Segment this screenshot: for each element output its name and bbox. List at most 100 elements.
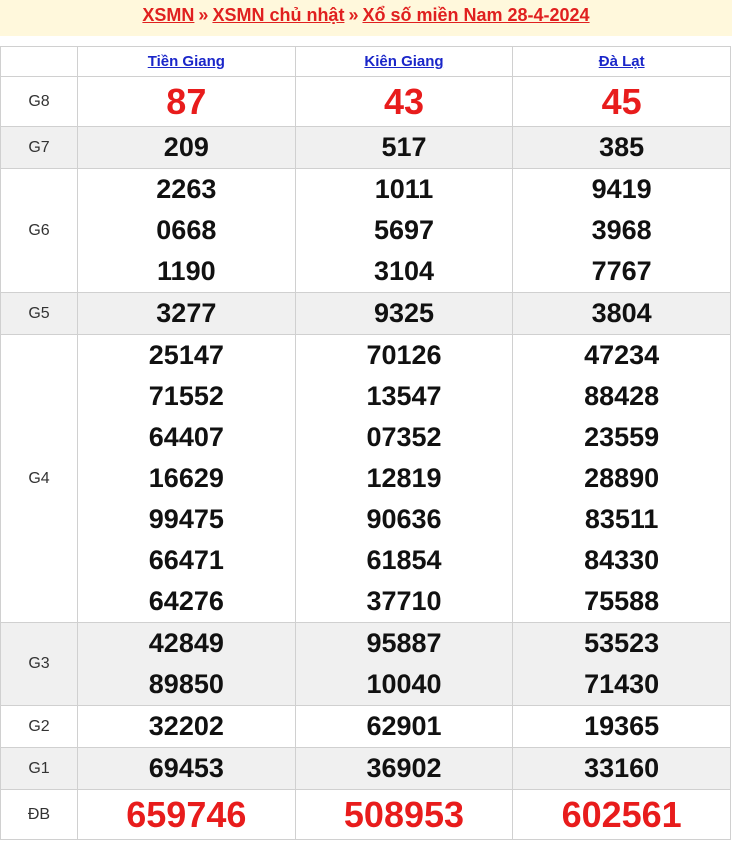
prize-cell: 517 bbox=[294, 126, 514, 169]
prize-label: G1 bbox=[0, 747, 78, 790]
prize-number: 75588 bbox=[584, 586, 660, 616]
prize-number: 71552 bbox=[148, 381, 224, 411]
province-link-kien-giang[interactable]: Kiên Giang bbox=[364, 53, 443, 70]
prize-row: G7 209 517 385 bbox=[0, 126, 731, 169]
prize-number: 10040 bbox=[366, 669, 442, 699]
prize-cell: 19365 bbox=[512, 705, 731, 748]
province-header: Kiên Giang bbox=[294, 46, 514, 77]
prize-number: 7767 bbox=[591, 256, 652, 286]
prize-cell: 385 bbox=[512, 126, 731, 169]
header-blank-cell bbox=[0, 46, 78, 77]
results-body: G8 87 43 45 G7 209 517 385 G6 2263 0668 1190 1011 569… bbox=[0, 76, 731, 840]
prize-cell: 62901 bbox=[294, 705, 514, 748]
prize-number: 07352 bbox=[366, 422, 442, 452]
prize-number: 66471 bbox=[148, 545, 224, 575]
prize-cell: 2263 0668 1190 bbox=[77, 168, 296, 293]
prize-number: 33160 bbox=[584, 753, 660, 783]
prize-label: ĐB bbox=[0, 789, 78, 840]
prize-number: 28890 bbox=[584, 463, 660, 493]
prize-cell: 602561 bbox=[512, 789, 731, 840]
prize-row: G3 42849 89850 95887 10040 53523 71430 bbox=[0, 622, 731, 706]
prize-label: G5 bbox=[0, 292, 78, 335]
prize-label: G4 bbox=[0, 334, 78, 623]
prize-number: 9419 bbox=[591, 174, 652, 204]
highlight-number: 87 bbox=[166, 81, 207, 122]
prize-number: 62901 bbox=[366, 711, 442, 741]
prize-number: 25147 bbox=[148, 340, 224, 370]
prize-number: 23559 bbox=[584, 422, 660, 452]
prize-number: 3804 bbox=[591, 298, 652, 328]
prize-cell: 47234 88428 23559 28890 83511 84330 75588 bbox=[512, 334, 731, 623]
prize-number: 36902 bbox=[366, 753, 442, 783]
prize-cell: 9325 bbox=[294, 292, 514, 335]
prize-cell: 659746 bbox=[77, 789, 296, 840]
prize-number: 2263 bbox=[156, 174, 217, 204]
prize-cell: 3277 bbox=[77, 292, 296, 335]
prize-number: 99475 bbox=[148, 504, 224, 534]
prize-number: 61854 bbox=[366, 545, 442, 575]
prize-cell: 70126 13547 07352 12819 90636 61854 37710 bbox=[294, 334, 514, 623]
prize-cell: 209 bbox=[77, 126, 296, 169]
prize-cell: 45 bbox=[512, 76, 731, 127]
breadcrumb-separator: » bbox=[198, 5, 209, 25]
prize-number: 90636 bbox=[366, 504, 442, 534]
breadcrumb: XSMN» XSMN chủ nhật» Xổ số miền Nam 28-4-2… bbox=[0, 0, 732, 36]
prize-number: 13547 bbox=[366, 381, 442, 411]
prize-number: 385 bbox=[599, 132, 645, 162]
province-header: Đà Lạt bbox=[512, 46, 731, 77]
prize-cell: 25147 71552 64407 16629 99475 66471 64276 bbox=[77, 334, 296, 623]
prize-row: G5 3277 9325 3804 bbox=[0, 292, 731, 335]
prize-number: 0668 bbox=[156, 215, 217, 245]
highlight-number: 602561 bbox=[561, 794, 682, 835]
prize-row: G2 32202 62901 19365 bbox=[0, 705, 731, 748]
highlight-number: 43 bbox=[383, 81, 424, 122]
prize-number: 517 bbox=[381, 132, 427, 162]
results-table: Tiền Giang Kiên Giang Đà Lạt G8 87 43 45 G7 2… bbox=[0, 46, 731, 840]
prize-cell: 1011 5697 3104 bbox=[294, 168, 514, 293]
prize-number: 1190 bbox=[157, 256, 216, 286]
prize-cell: 33160 bbox=[512, 747, 731, 790]
highlight-number: 659746 bbox=[126, 794, 247, 835]
prize-number: 64276 bbox=[148, 586, 224, 616]
prize-row: ĐB 659746 508953 602561 bbox=[0, 789, 731, 840]
prize-label: G7 bbox=[0, 126, 78, 169]
prize-cell: 508953 bbox=[294, 789, 514, 840]
prize-number: 3104 bbox=[373, 256, 435, 286]
prize-number: 95887 bbox=[366, 628, 442, 658]
prize-number: 32202 bbox=[148, 711, 224, 741]
prize-number: 3277 bbox=[156, 298, 217, 328]
highlight-number: 45 bbox=[601, 81, 642, 122]
prize-number: 64407 bbox=[148, 422, 224, 452]
prize-number: 1011 bbox=[374, 174, 434, 204]
province-link-da-lat[interactable]: Đà Lạt bbox=[599, 53, 645, 70]
breadcrumb-separator: » bbox=[348, 5, 359, 25]
prize-row: G6 2263 0668 1190 1011 5697 3104 9419 3968 7767 bbox=[0, 168, 731, 293]
prize-number: 42849 bbox=[148, 628, 224, 658]
prize-cell: 9419 3968 7767 bbox=[512, 168, 731, 293]
prize-cell: 42849 89850 bbox=[77, 622, 296, 706]
prize-number: 19365 bbox=[584, 711, 660, 741]
prize-label: G8 bbox=[0, 76, 78, 127]
breadcrumb-link-xsmn[interactable]: XSMN bbox=[142, 5, 194, 25]
prize-number: 88428 bbox=[584, 381, 660, 411]
breadcrumb-link-current-date[interactable]: Xổ số miền Nam 28-4-2024 bbox=[362, 5, 589, 25]
prize-row: G4 25147 71552 64407 16629 99475 66471 64276 701… bbox=[0, 334, 731, 623]
prize-number: 12819 bbox=[366, 463, 442, 493]
prize-number: 16629 bbox=[148, 463, 224, 493]
prize-label: G3 bbox=[0, 622, 78, 706]
prize-cell: 53523 71430 bbox=[512, 622, 731, 706]
province-link-tien-giang[interactable]: Tiền Giang bbox=[148, 53, 225, 70]
prize-cell: 95887 10040 bbox=[294, 622, 514, 706]
province-header-row: Tiền Giang Kiên Giang Đà Lạt bbox=[0, 46, 731, 77]
prize-number: 83511 bbox=[584, 504, 659, 534]
prize-number: 37710 bbox=[366, 586, 442, 616]
prize-number: 84330 bbox=[584, 545, 660, 575]
breadcrumb-link-xsmn-sunday[interactable]: XSMN chủ nhật bbox=[212, 5, 344, 25]
province-header: Tiền Giang bbox=[77, 46, 296, 77]
prize-number: 9325 bbox=[373, 298, 435, 328]
prize-number: 47234 bbox=[584, 340, 660, 370]
prize-cell: 69453 bbox=[77, 747, 296, 790]
prize-cell: 32202 bbox=[77, 705, 296, 748]
highlight-number: 508953 bbox=[343, 794, 465, 835]
prize-cell: 3804 bbox=[512, 292, 731, 335]
